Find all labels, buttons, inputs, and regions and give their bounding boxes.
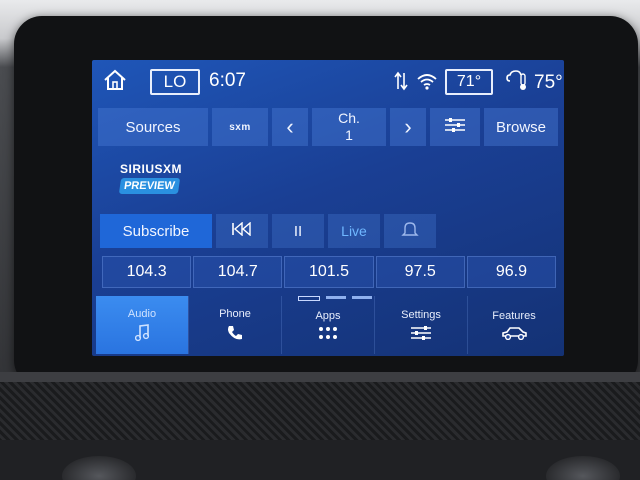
music-note-icon xyxy=(135,324,149,342)
live-button[interactable]: Live xyxy=(328,214,380,248)
clock: 6:07 xyxy=(209,70,246,91)
nav-phone[interactable]: Phone xyxy=(188,296,281,354)
sxm-button[interactable]: sxm xyxy=(212,108,268,146)
nav-label: Settings xyxy=(401,309,441,321)
nav-label: Apps xyxy=(315,310,341,322)
preset-button[interactable]: 104.7 xyxy=(193,256,283,288)
sxm-label: sxm xyxy=(229,121,251,133)
carbon-trim xyxy=(0,372,640,442)
preset-button[interactable]: 101.5 xyxy=(284,256,374,288)
page-indicator xyxy=(298,296,372,301)
outside-temp-value: 75° xyxy=(534,72,563,93)
page-dot-active xyxy=(298,296,320,301)
nav-label: Audio xyxy=(127,308,157,320)
signal-arrows-icon xyxy=(394,71,408,96)
status-icons xyxy=(394,71,438,96)
car-icon xyxy=(501,326,527,340)
equalizer-button[interactable] xyxy=(430,108,480,146)
next-channel-button[interactable]: › xyxy=(390,108,426,146)
alert-button[interactable] xyxy=(384,214,436,248)
cabin-temp-button[interactable]: 71° xyxy=(445,69,493,95)
chevron-left-icon: ‹ xyxy=(286,114,294,139)
nav-label: Phone xyxy=(219,308,251,320)
logo-brand: SIRIUSXM xyxy=(120,162,183,176)
channel-label: Ch. xyxy=(338,110,360,126)
apps-grid-icon xyxy=(318,326,338,340)
chevron-right-icon: › xyxy=(404,114,412,139)
sliders-icon xyxy=(410,325,432,341)
weather-thermometer-icon xyxy=(506,69,530,97)
left-knob[interactable] xyxy=(62,456,136,480)
source-bar: Sources sxm ‹ Ch. 1 › Browse xyxy=(98,108,558,146)
nav-features[interactable]: Features xyxy=(467,296,560,354)
rewind-button[interactable] xyxy=(216,214,268,248)
nav-apps[interactable]: Apps xyxy=(281,296,374,354)
preset-button[interactable]: 96.9 xyxy=(466,256,557,288)
status-bar: LO 6:07 71° 75° xyxy=(92,60,564,102)
playback-controls: Subscribe II Live xyxy=(100,214,436,248)
bottom-nav: Audio Phone Apps Settings Features xyxy=(96,296,560,354)
pause-button[interactable]: II xyxy=(272,214,324,248)
subscribe-button[interactable]: Subscribe xyxy=(100,214,212,248)
preset-bar: 104.3 104.7 101.5 97.5 96.9 xyxy=(102,256,557,288)
sliders-icon xyxy=(444,117,466,137)
phone-icon xyxy=(226,324,244,342)
wifi-icon xyxy=(416,72,438,95)
right-knob[interactable] xyxy=(546,456,620,480)
page-dot xyxy=(326,296,346,299)
home-icon[interactable] xyxy=(102,68,128,92)
bell-icon xyxy=(401,220,419,242)
page-dot xyxy=(352,296,372,299)
nav-label: Features xyxy=(492,310,536,322)
sources-button[interactable]: Sources xyxy=(98,108,208,146)
climate-lo-button[interactable]: LO xyxy=(150,69,200,95)
siriusxm-logo: SIRIUSXM PREVIEW xyxy=(118,162,200,194)
preset-button[interactable]: 97.5 xyxy=(375,256,465,288)
channel-number: 1 xyxy=(345,127,353,143)
preset-button[interactable]: 104.3 xyxy=(102,256,192,288)
nav-settings[interactable]: Settings xyxy=(374,296,467,354)
logo-preview-badge: PREVIEW xyxy=(118,178,180,194)
outside-temp: 75° xyxy=(506,69,563,97)
nav-audio[interactable]: Audio xyxy=(96,296,188,354)
infotainment-screen: LO 6:07 71° 75° Sources sxm ‹ Ch. 1 › Br… xyxy=(92,60,564,356)
channel-display: Ch. 1 xyxy=(312,108,386,146)
browse-button[interactable]: Browse xyxy=(484,108,558,146)
prev-channel-button[interactable]: ‹ xyxy=(272,108,308,146)
skip-back-icon xyxy=(231,221,253,240)
dash-lower xyxy=(0,440,640,480)
